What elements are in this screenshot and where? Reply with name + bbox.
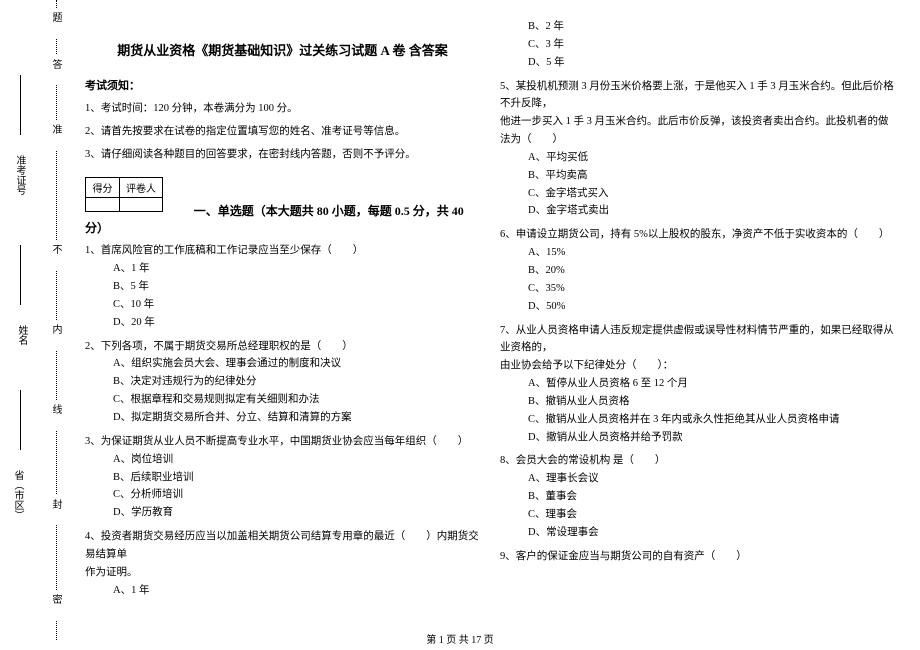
field-ticket-label: 准考证号 [14,155,25,195]
page-footer: 第 1 页 共 17 页 [0,631,920,646]
score-section-row: 得分 评卷人 一、单选题（本大题共 80 小题，每题 0.5 分，共 40 分） [85,169,480,236]
field-ticket-line [20,75,21,135]
q5-stem-a: 5、某投机机预测 3 月份玉米价格要上涨，于是他买入 1 手 3 月玉米合约。但… [500,78,895,114]
q3-a: A、岗位培训 [113,451,480,469]
q7-a: A、暂停从业人员资格 6 至 12 个月 [528,375,895,393]
q5-b: B、平均卖高 [528,167,895,185]
q4-d: D、5 年 [528,54,895,72]
field-name-line [20,245,21,305]
notice-3: 3、请仔细阅读各种题目的回答要求，在密封线内答题，否则不予评分。 [85,147,480,164]
q6-d: D、50% [528,298,895,316]
bu-char: 不 [48,240,63,270]
field-province-line [20,390,21,450]
zhun-char: 准 [48,120,63,150]
notice-1: 1、考试时间：120 分钟，本卷满分为 100 分。 [85,101,480,118]
q2-a: A、组织实施会员大会、理事会通过的制度和决议 [113,355,480,373]
q8-stem: 8、会员大会的常设机构 是（ ） [500,452,895,470]
q7-stem-b: 由业协会给予以下纪律处分（ ）： [500,357,895,375]
q4-stem-a: 4、投资者期货交易经历应当以加盖相关期货公司结算专用章的最近（ ）内期货交易结算… [85,528,480,564]
q6-c: C、35% [528,280,895,298]
q1-b: B、5 年 [113,278,480,296]
q6-a: A、15% [528,244,895,262]
nei-char: 内 [48,320,63,350]
q8-b: B、董事会 [528,488,895,506]
ti-char: 题 [48,8,63,38]
column-right: B、2 年 C、3 年 D、5 年 5、某投机机预测 3 月份玉米价格要上涨，于… [500,18,895,565]
q1-a: A、1 年 [113,260,480,278]
score-col-marker: 评卷人 [120,178,163,198]
xian-char: 线 [48,400,63,430]
q9-stem: 9、客户的保证金应当与期货公司的自有资产（ ） [500,548,895,566]
notice-heading: 考试须知： [85,77,480,93]
q2-stem: 2、下列各项，不属于期货交易所总经理职权的是（ ） [85,338,480,356]
score-blank-1 [86,198,120,212]
column-left: 期货从业资格《期货基础知识》过关练习试题 A 卷 含答案 考试须知： 1、考试时… [85,18,480,599]
field-ticket: 准考证号 [12,155,27,195]
q1-stem: 1、首席风险官的工作底稿和工作记录应当至少保存（ ） [85,242,480,260]
binding-strip: 密 封 线 内 不 准 答 题 [0,0,70,640]
q6-b: B、20% [528,262,895,280]
q7-d: D、撤销从业人员资格并给予罚款 [528,429,895,447]
q3-stem: 3、为保证期货从业人员不断提高专业水平，中国期货业协会应当每年组织（ ） [85,433,480,451]
q2-d: D、拟定期货交易所合并、分立、结算和清算的方案 [113,409,480,427]
q6-stem: 6、申请设立期货公司，持有 5%以上股权的股东，净资产不低于实收资本的（ ） [500,226,895,244]
exam-title: 期货从业资格《期货基础知识》过关练习试题 A 卷 含答案 [85,40,480,59]
score-table: 得分 评卷人 [85,177,163,212]
q1-d: D、20 年 [113,314,480,332]
seal-char: 密 [48,590,63,620]
q3-c: C、分析师培训 [113,486,480,504]
field-province: 省（市区） [10,470,25,520]
da-char: 答 [48,55,63,85]
q4-c: C、3 年 [528,36,895,54]
q4-b: B、2 年 [528,18,895,36]
q8-c: C、理事会 [528,506,895,524]
score-blank-2 [120,198,163,212]
q2-b: B、决定对违规行为的纪律处分 [113,373,480,391]
q8-d: D、常设理事会 [528,524,895,542]
notice-2: 2、请首先按要求在试卷的指定位置填写您的姓名、准考证号等信息。 [85,124,480,141]
q1-c: C、10 年 [113,296,480,314]
q3-d: D、学历教育 [113,504,480,522]
feng-char: 封 [48,495,63,525]
page-content: 期货从业资格《期货基础知识》过关练习试题 A 卷 含答案 考试须知： 1、考试时… [85,18,905,623]
q7-b: B、撤销从业人员资格 [528,393,895,411]
q4-a: A、1 年 [113,582,480,600]
field-name: 姓名 [14,325,29,345]
field-province-label: 省（市区） [12,470,23,520]
q5-a: A、平均买低 [528,149,895,167]
q7-c: C、撤销从业人员资格并在 3 年内或永久性拒绝其从业人员资格申请 [528,411,895,429]
q8-a: A、理事长会议 [528,470,895,488]
q5-c: C、金字塔式买入 [528,185,895,203]
q4-stem-b: 作为证明。 [85,564,480,582]
q5-d: D、金字塔式卖出 [528,202,895,220]
q7-stem-a: 7、从业人员资格申请人违反规定提供虚假或误导性材料情节严重的，如果已经取得从业资… [500,322,895,358]
score-col-score: 得分 [86,178,120,198]
q2-c: C、根据章程和交易规则拟定有关细则和办法 [113,391,480,409]
q5-stem-b: 他进一步买入 1 手 3 月玉米合约。此后市价反弹，该投资者卖出合约。此投机者的… [500,113,895,149]
field-name-label: 姓名 [16,325,27,345]
q3-b: B、后续职业培训 [113,469,480,487]
